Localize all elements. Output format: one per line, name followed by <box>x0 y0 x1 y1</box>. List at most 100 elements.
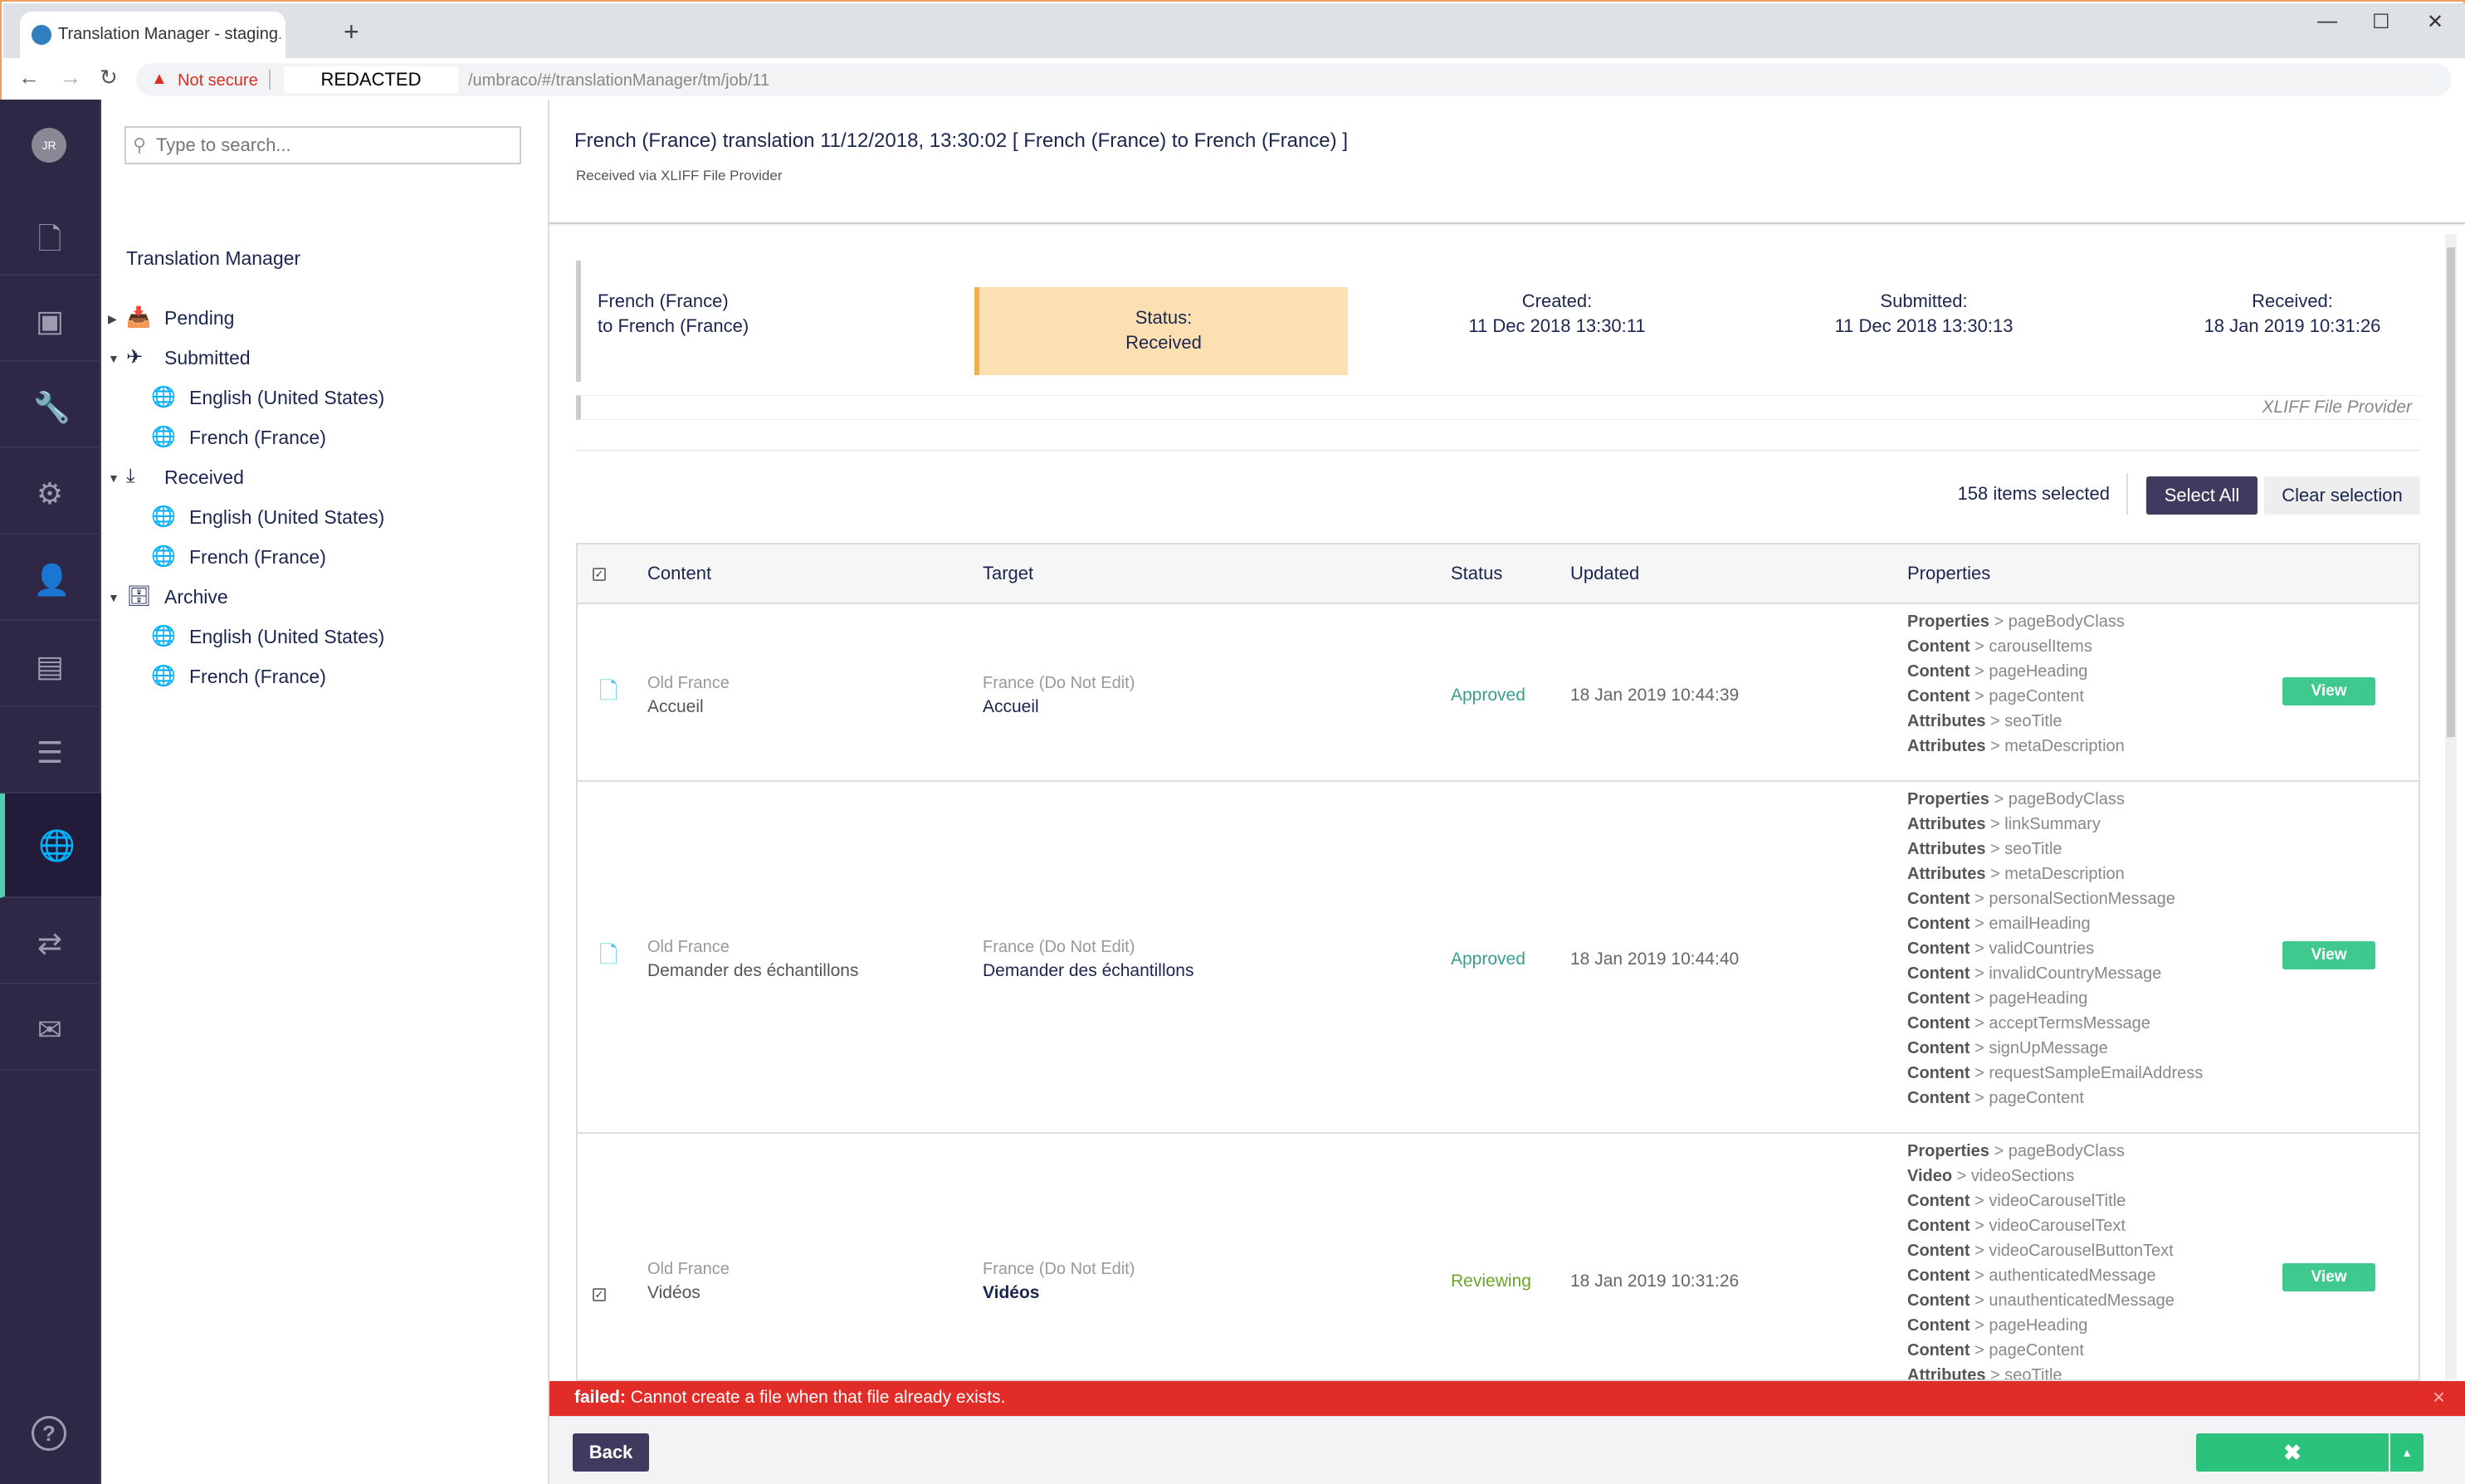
target-site: France (Do Not Edit) <box>983 674 1135 692</box>
column-target[interactable]: Target <box>983 563 1033 584</box>
submitted-info: Submitted: 11 Dec 2018 13:30:13 <box>1741 289 2106 339</box>
target-site: France (Do Not Edit) <box>983 938 1135 956</box>
table-row[interactable]: 🗋 Old France Demander des échantillons F… <box>578 782 2419 1134</box>
select-all-checkbox[interactable]: ✓ <box>593 568 606 581</box>
column-updated[interactable]: Updated <box>1570 563 1639 584</box>
close-icon[interactable]: × <box>2433 1384 2445 1410</box>
page-title: French (France) translation 11/12/2018, … <box>574 129 1348 152</box>
minimize-icon[interactable]: — <box>2317 10 2337 33</box>
action-caret-button[interactable]: ▲ <box>2390 1433 2424 1472</box>
maximize-icon[interactable]: ☐ <box>2372 10 2390 34</box>
column-status[interactable]: Status <box>1451 563 1502 584</box>
help-icon[interactable]: ? <box>32 1416 66 1451</box>
sidebar-users[interactable]: 👤 <box>0 535 101 621</box>
sidebar-redirects[interactable]: ⇄ <box>0 898 101 984</box>
send-icon: ✈ <box>126 346 144 369</box>
sidebar-translation[interactable]: 🌐 <box>0 793 101 898</box>
target-language-line: to French (France) <box>598 314 749 339</box>
browser-tab[interactable]: Translation Manager - staging.ge <box>20 12 286 58</box>
tree-node-archive[interactable]: Archive <box>164 586 228 608</box>
caret-down-icon[interactable]: ▼ <box>108 591 120 604</box>
tree-node-submitted-fr[interactable]: French (France) <box>189 427 326 449</box>
sidebar-members[interactable]: ▤ <box>0 621 101 707</box>
tree-node-submitted-en[interactable]: English (United States) <box>189 387 384 409</box>
archive-icon: 🗄 <box>126 585 152 608</box>
status-badge: Status: Received <box>974 287 1348 375</box>
caret-down-icon[interactable]: ▼ <box>108 471 120 485</box>
property-item: Content > videoCarouselTitle <box>1907 1192 2126 1210</box>
source-site: Old France <box>647 938 730 956</box>
property-item: Content > signUpMessage <box>1907 1039 2108 1057</box>
not-secure-label[interactable]: Not secure <box>178 71 258 90</box>
forward-arrow-icon[interactable]: → <box>60 65 81 90</box>
sidebar-content[interactable]: 🗋 <box>0 189 101 276</box>
tree-node-received-fr[interactable]: French (France) <box>189 546 326 569</box>
source-site: Old France <box>647 674 730 692</box>
document-icon: 🗋 <box>599 942 618 968</box>
provider-name: XLIFF File Provider <box>2262 398 2413 417</box>
sidebar-media[interactable]: ▣ <box>0 276 101 362</box>
new-tab-button[interactable]: + <box>344 17 359 47</box>
to-prefix: to <box>598 315 613 336</box>
received-info: Received: 18 Jan 2019 10:31:26 <box>2110 289 2465 339</box>
source-name[interactable]: Vidéos <box>647 1283 700 1303</box>
tree-node-received[interactable]: Received <box>164 466 244 489</box>
view-button[interactable]: View <box>2282 941 2375 969</box>
inbox-icon: 📥 <box>126 306 151 329</box>
column-content[interactable]: Content <box>647 563 711 584</box>
job-panel: French (France) to French (France) Statu… <box>549 226 2465 1381</box>
back-button[interactable]: Back <box>573 1433 649 1472</box>
created-label: Created: <box>1521 290 1593 311</box>
search-box[interactable]: ⚲ <box>124 126 521 164</box>
redirect-icon: ⇄ <box>37 926 63 960</box>
target-site: France (Do Not Edit) <box>983 1260 1135 1278</box>
property-list: Properties > pageBodyClass Attributes > … <box>1907 787 2203 1111</box>
caret-right-icon[interactable]: ▶ <box>108 312 117 326</box>
back-arrow-icon[interactable]: ← <box>18 65 40 90</box>
tree-node-pending[interactable]: Pending <box>164 307 234 330</box>
tree-title[interactable]: Translation Manager <box>126 247 300 270</box>
source-name[interactable]: Accueil <box>647 697 704 717</box>
row-checkbox[interactable]: ✓ <box>593 1288 606 1301</box>
property-item: Content > validCountries <box>1907 940 2095 958</box>
browser-chrome: Translation Manager - staging.ge + — ☐ ✕… <box>0 0 2465 101</box>
error-notification: failed: Cannot create a file when that f… <box>549 1381 2465 1416</box>
sidebar-email[interactable]: ✉ <box>0 984 101 1071</box>
tree-node-received-en[interactable]: English (United States) <box>189 506 384 529</box>
created-info: Created: 11 Dec 2018 13:30:11 <box>1374 289 1740 339</box>
clear-selection-button[interactable]: Clear selection <box>2264 476 2420 515</box>
window-close-icon[interactable]: ✕ <box>2427 10 2443 34</box>
created-value: 11 Dec 2018 13:30:11 <box>1468 315 1646 336</box>
source-name[interactable]: Demander des échantillons <box>647 961 858 981</box>
section-tree: ⚲ Translation Manager ▶ 📥 Pending ▼ ✈ Su… <box>101 100 549 1484</box>
view-button[interactable]: View <box>2282 1263 2375 1291</box>
target-name[interactable]: Accueil <box>983 697 1039 717</box>
tree-node-archive-en[interactable]: English (United States) <box>189 626 384 648</box>
sidebar-settings[interactable]: 🔧 <box>0 362 101 448</box>
sidebar-forms[interactable]: ☰ <box>0 707 101 793</box>
sidebar-developer[interactable]: ⚙ <box>0 448 101 535</box>
submitted-label: Submitted: <box>1880 290 1968 311</box>
scrollbar-thumb[interactable] <box>2447 247 2455 737</box>
table-row[interactable]: ✓ Old France Vidéos France (Do Not Edit)… <box>578 1134 2419 1379</box>
property-list: Properties > pageBodyClass Video > video… <box>1907 1139 2175 1379</box>
url-bar[interactable]: ▲ Not secure REDACTED /umbraco/#/transla… <box>136 63 2452 96</box>
status-value: Received <box>1125 332 1202 353</box>
tree-node-submitted[interactable]: Submitted <box>164 347 251 369</box>
tree-node-archive-fr[interactable]: French (France) <box>189 666 326 688</box>
table-row[interactable]: 🗋 Old France Accueil France (Do Not Edit… <box>578 604 2419 782</box>
action-button[interactable]: ✖ <box>2196 1433 2389 1472</box>
column-properties[interactable]: Properties <box>1907 563 1990 584</box>
view-button[interactable]: View <box>2282 677 2375 705</box>
avatar[interactable]: JR <box>32 128 66 163</box>
search-input[interactable] <box>156 133 513 158</box>
target-name[interactable]: Vidéos <box>983 1283 1039 1303</box>
wrench-icon: 🔧 <box>33 390 71 424</box>
reload-icon[interactable]: ↻ <box>100 65 118 90</box>
caret-down-icon[interactable]: ▼ <box>108 352 120 365</box>
target-name[interactable]: Demander des échantillons <box>983 961 1193 981</box>
warning-icon: ▲ <box>151 70 168 88</box>
row-updated: 18 Jan 2019 10:31:26 <box>1570 1272 1740 1291</box>
select-all-button[interactable]: Select All <box>2146 476 2258 515</box>
property-item: Properties > pageBodyClass <box>1907 1142 2125 1160</box>
